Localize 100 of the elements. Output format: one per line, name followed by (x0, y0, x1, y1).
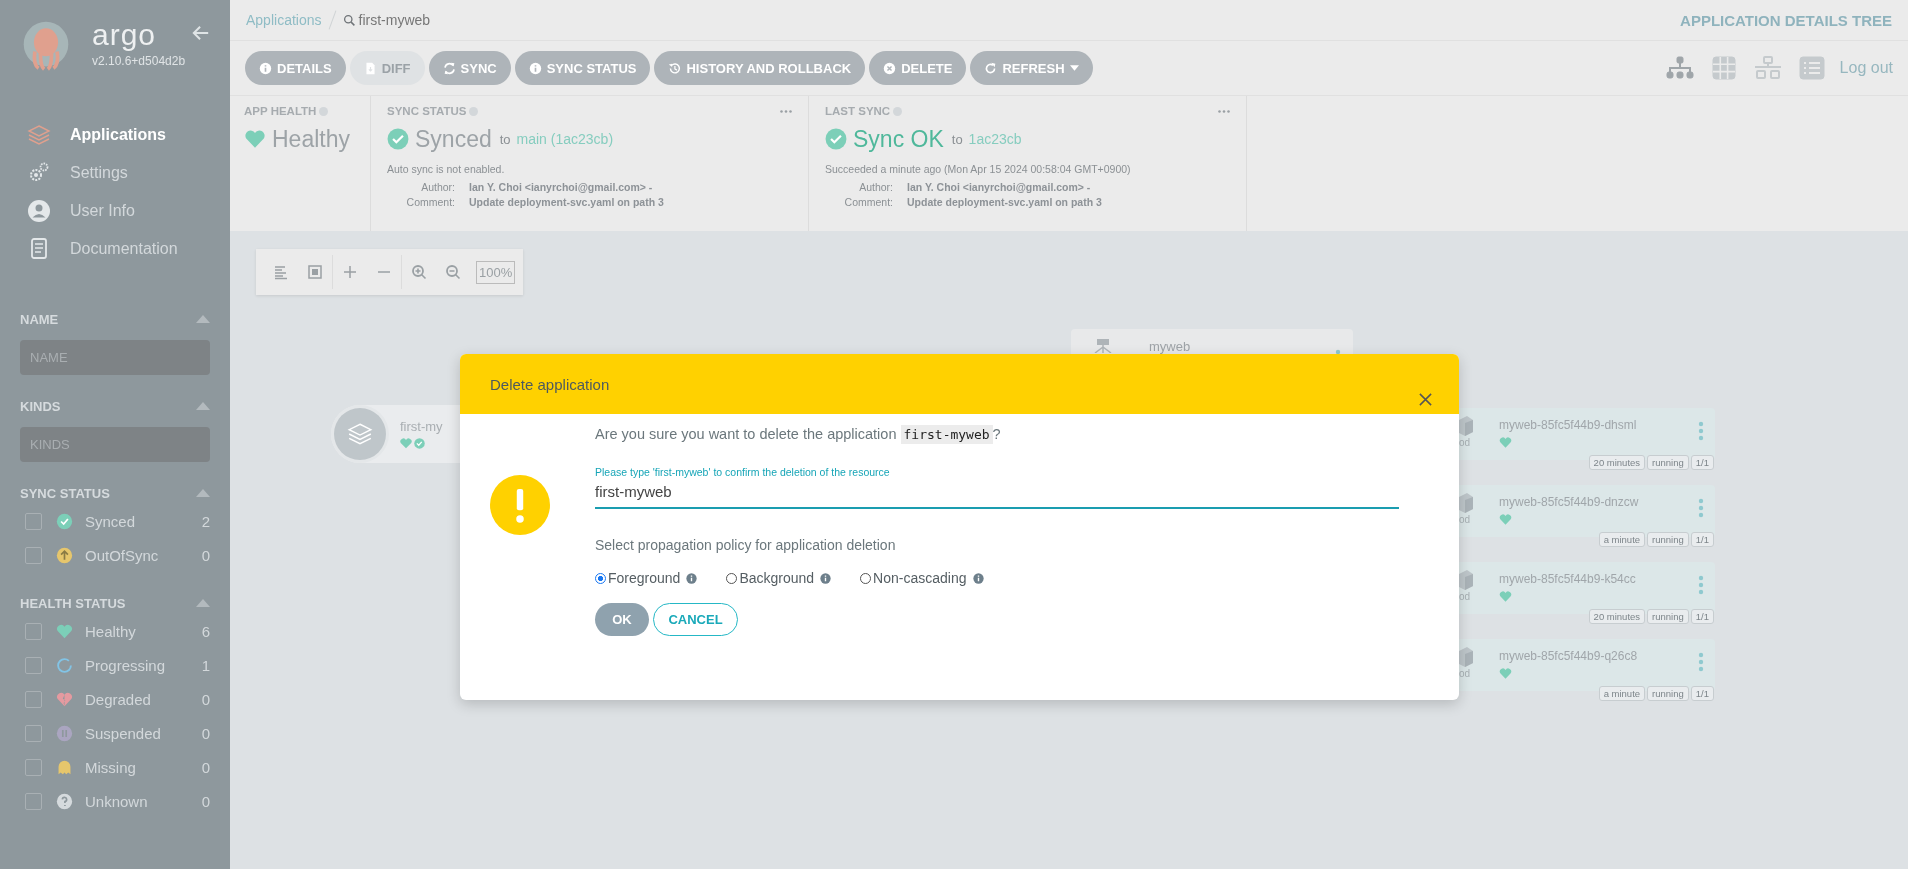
checkbox[interactable] (25, 690, 42, 708)
count-label: 0 (201, 724, 210, 742)
node-name: first-my (400, 419, 443, 434)
checkbox[interactable] (25, 758, 42, 776)
zoom-out-icon[interactable] (445, 264, 461, 280)
filter-option: Suspended (85, 724, 161, 742)
checkbox[interactable] (25, 622, 42, 640)
count-label: 1 (201, 656, 210, 674)
collapse-caret-icon[interactable] (196, 402, 210, 410)
nav-item[interactable]: Applications (27, 116, 210, 154)
app-node[interactable]: first-my (331, 405, 460, 463)
heart-icon (1499, 667, 1512, 680)
refresh-icon (984, 61, 998, 75)
version-label: v2.10.6+d504d2b (92, 54, 186, 68)
network-view-icon[interactable] (1753, 56, 1782, 80)
radio-label[interactable]: Background (739, 570, 815, 586)
radio-label[interactable]: Non-cascading (873, 570, 967, 586)
heart-icon (1499, 590, 1512, 603)
brand-name: argo (92, 18, 158, 52)
filter-title: SYNC STATUS (20, 485, 110, 501)
times-icon (883, 61, 897, 75)
pod-tag: a minute (1598, 532, 1646, 547)
action-button[interactable]: DETAILS (245, 51, 346, 85)
detail-value: Update deployment-svc.yaml on path 3 (907, 195, 1102, 210)
filter-option: Progressing (85, 656, 166, 674)
help-icon (319, 106, 329, 116)
revision-link[interactable]: 1ac23cb (968, 131, 1022, 147)
cube-icon (1459, 570, 1473, 590)
grid-view-icon[interactable] (1709, 56, 1738, 80)
pod-tag: running (1647, 686, 1689, 701)
collapse-caret-icon[interactable] (196, 315, 210, 323)
action-button[interactable]: SYNC (428, 51, 511, 85)
align-left-icon[interactable] (273, 264, 289, 280)
detail-value: Ian Y. Choi <ianyrchoi@gmail.com> - (469, 180, 653, 195)
close-icon[interactable] (1418, 392, 1433, 407)
nav-item[interactable]: User Info (27, 192, 210, 230)
zoom-level: 100% (476, 260, 516, 284)
status-note: Auto sync is not enabled. (387, 163, 506, 175)
checkbox[interactable] (25, 724, 42, 742)
tree-view-icon[interactable] (1665, 56, 1694, 80)
sync-value: Sync OK (853, 125, 944, 153)
zoom-in-icon[interactable] (411, 264, 427, 280)
checkbox[interactable] (25, 546, 42, 564)
menu-dots-icon[interactable] (1698, 575, 1704, 595)
action-button[interactable]: REFRESH (970, 51, 1093, 85)
cancel-button[interactable]: CANCEL (653, 603, 738, 636)
action-button[interactable]: SYNC STATUS (514, 51, 651, 85)
menu-dots-icon[interactable] (1698, 498, 1704, 518)
caret-icon (1069, 65, 1079, 71)
checkbox[interactable] (25, 656, 42, 674)
info-icon (259, 61, 272, 75)
list-view-icon[interactable] (1797, 56, 1826, 80)
health-sync-icons (400, 437, 427, 449)
help-icon (893, 106, 903, 116)
radio-label[interactable]: Foreground (608, 570, 681, 586)
check-circle-icon (387, 128, 409, 150)
detail-value: Update deployment-svc.yaml on path 3 (469, 195, 664, 210)
checkbox[interactable] (25, 512, 42, 530)
info-icon (686, 572, 698, 584)
pod-tag: 1/1 (1690, 686, 1714, 701)
info-icon (528, 61, 542, 75)
collapse-caret-icon[interactable] (196, 599, 210, 607)
filter-option: Degraded (85, 690, 151, 708)
layers-icon (347, 421, 373, 447)
plus-icon[interactable] (342, 264, 358, 280)
breadcrumb-link[interactable]: Applications (246, 12, 322, 28)
check-circle-icon (825, 128, 847, 150)
user-icon (27, 199, 51, 223)
pod-name: myweb-85fc5f44b9-dnzcw (1499, 495, 1639, 509)
fit-screen-icon[interactable] (307, 264, 323, 280)
collapse-caret-icon[interactable] (196, 489, 210, 497)
sync-value: Synced (415, 125, 492, 153)
revision-link[interactable]: main (1ac23cb) (516, 131, 614, 147)
more-icon[interactable] (1218, 109, 1230, 113)
warning-icon (490, 475, 550, 535)
more-icon[interactable] (780, 109, 792, 113)
filter-title: NAME (20, 311, 59, 327)
pod-tag: 1/1 (1690, 532, 1714, 547)
action-button[interactable]: DELETE (869, 51, 967, 85)
nav-item[interactable]: Documentation (27, 230, 210, 268)
detail-label: Comment: (843, 195, 893, 210)
cube-icon (1459, 416, 1473, 436)
dialog-title: Delete application (490, 375, 610, 393)
count-label: 0 (201, 690, 210, 708)
pod-tag: running (1647, 609, 1689, 624)
menu-dots-icon[interactable] (1698, 652, 1704, 672)
logout-link[interactable]: Log out (1839, 59, 1893, 77)
radio-button[interactable] (595, 572, 606, 584)
back-arrow-icon[interactable] (192, 24, 210, 42)
ok-button[interactable]: OK (595, 603, 649, 636)
nav-item[interactable]: Settings (27, 154, 210, 192)
pod-tag: 20 minutes (1588, 609, 1646, 624)
panel-title: APP HEALTH (244, 105, 317, 117)
pod-name: myweb-85fc5f44b9-k54cc (1499, 572, 1636, 586)
checkbox[interactable] (25, 792, 42, 810)
cube-icon (1459, 647, 1473, 667)
file-icon (363, 61, 377, 75)
action-button[interactable]: HISTORY AND ROLLBACK (654, 51, 866, 85)
pod-name: myweb-85fc5f44b9-q26c8 (1499, 649, 1638, 663)
menu-dots-icon[interactable] (1698, 421, 1704, 441)
